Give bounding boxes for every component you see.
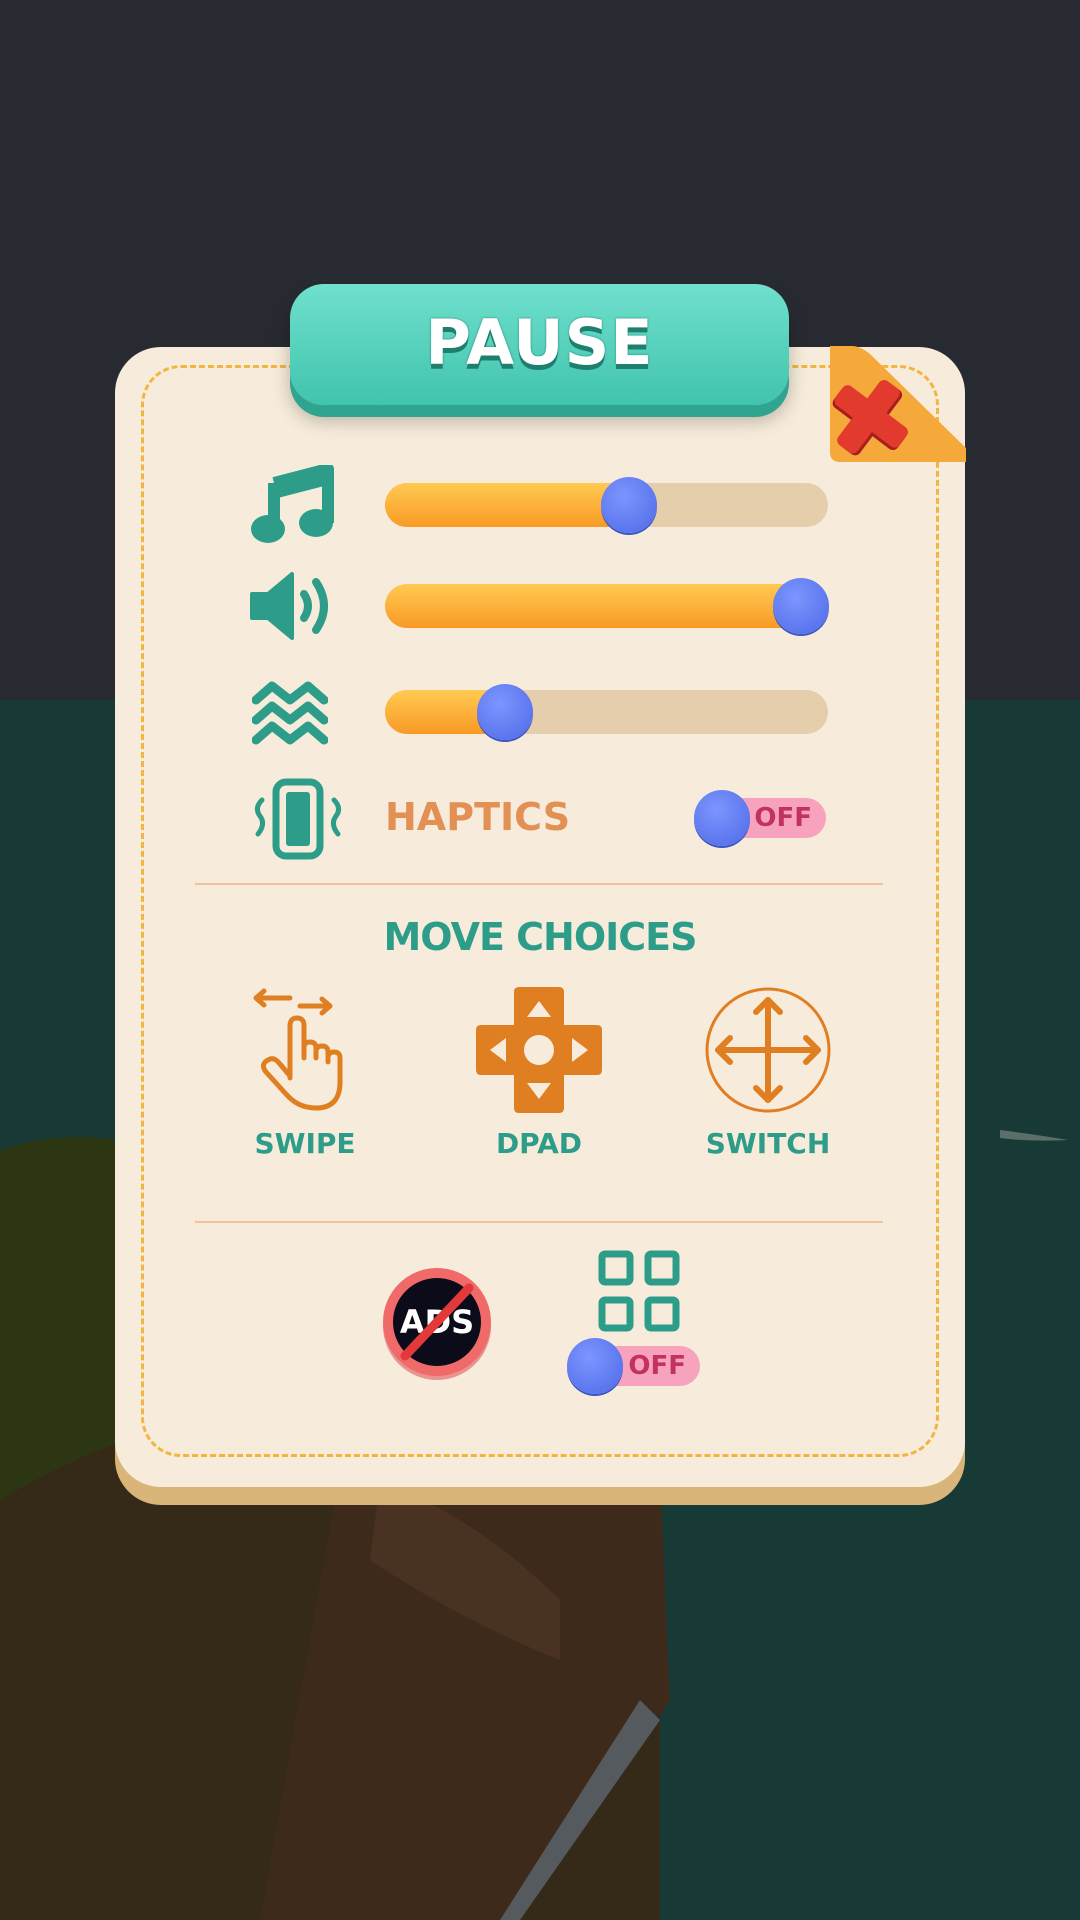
choice-switch[interactable]: SWITCH — [678, 985, 858, 1160]
slider-knob[interactable] — [476, 684, 533, 740]
no-ads-button[interactable]: ADS — [381, 1268, 493, 1380]
close-button[interactable] — [830, 346, 966, 462]
waves-icon — [251, 678, 329, 750]
music-note-icon — [250, 463, 334, 545]
move-arrows-icon — [705, 987, 831, 1113]
toggle-state: OFF — [754, 803, 812, 833]
divider-bottom — [195, 1221, 883, 1223]
haptics-label: HAPTICS — [385, 795, 571, 839]
sound-volume-slider[interactable] — [385, 578, 830, 634]
music-volume-slider[interactable] — [385, 477, 828, 533]
haptics-toggle[interactable]: OFF — [694, 790, 826, 846]
choice-swipe[interactable]: SWIPE — [215, 985, 395, 1160]
toggle-state: OFF — [628, 1351, 686, 1381]
toggle-knob[interactable] — [567, 1338, 623, 1394]
page-title: PAUSE — [425, 306, 654, 379]
ambience-volume-slider[interactable] — [385, 684, 828, 740]
grid-toggle[interactable]: OFF — [567, 1338, 700, 1394]
grid-icon — [598, 1250, 680, 1332]
vibrate-phone-icon — [252, 778, 344, 860]
slider-knob[interactable] — [773, 578, 830, 634]
slider-knob[interactable] — [600, 477, 657, 533]
divider-top — [195, 883, 883, 885]
choice-dpad[interactable]: DPAD — [449, 985, 629, 1160]
dpad-icon — [476, 987, 602, 1113]
choice-label: SWIPE — [254, 1127, 356, 1160]
title-banner: PAUSE — [290, 284, 789, 405]
choice-label: SWITCH — [705, 1127, 831, 1160]
move-choices-title: MOVE CHOICES — [383, 915, 697, 959]
toggle-knob[interactable] — [694, 790, 750, 846]
speaker-icon — [250, 570, 336, 642]
swipe-hand-icon — [253, 988, 343, 1111]
choice-label: DPAD — [495, 1127, 583, 1160]
